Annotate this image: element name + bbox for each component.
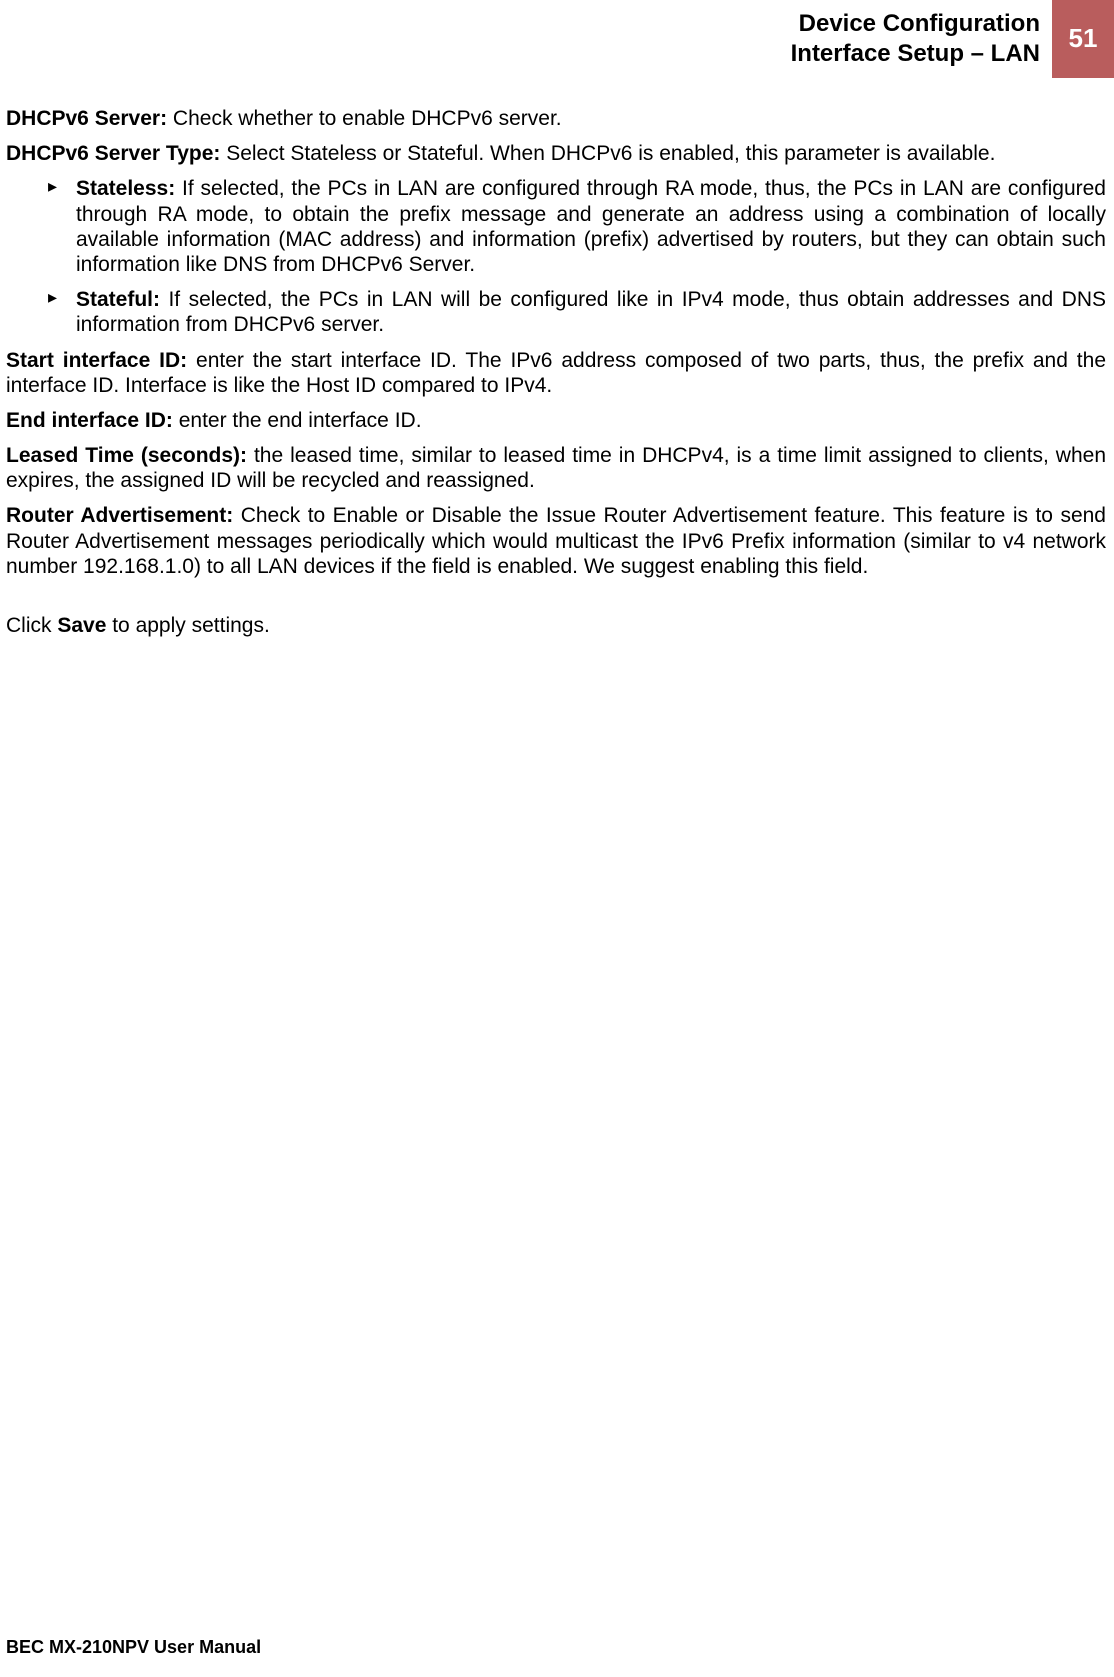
page-number: 51 [1069,23,1098,54]
label-router-advertisement: Router Advertisement: [6,504,233,527]
list-item-stateless: Stateless: If selected, the PCs in LAN a… [48,176,1106,277]
click-save-prefix: Click [6,614,57,637]
footer-text: BEC MX-210NPV User Manual [6,1637,261,1657]
text-end-interface-id: enter the end interface ID. [173,409,422,432]
click-save-bold: Save [57,614,106,637]
header-title-line1: Device Configuration [799,10,1040,37]
spacer [6,589,1106,613]
footer: BEC MX-210NPV User Manual [6,1637,261,1659]
para-start-interface-id: Start interface ID: enter the start inte… [6,348,1106,398]
para-router-advertisement: Router Advertisement: Check to Enable or… [6,503,1106,579]
text-stateless: If selected, the PCs in LAN are configur… [76,177,1106,276]
label-dhcpv6-server: DHCPv6 Server: [6,107,167,130]
text-dhcpv6-server-type: Select Stateless or Stateful. When DHCPv… [220,142,995,165]
bullet-list: Stateless: If selected, the PCs in LAN a… [6,176,1106,337]
page-number-box: 51 [1052,0,1114,78]
list-item-stateful: Stateful: If selected, the PCs in LAN wi… [48,287,1106,337]
para-click-save: Click Save to apply settings. [6,613,1106,638]
header-title-line2: Interface Setup – LAN [791,40,1040,67]
text-dhcpv6-server: Check whether to enable DHCPv6 server. [167,107,562,130]
label-stateful: Stateful: [76,288,160,311]
label-dhcpv6-server-type: DHCPv6 Server Type: [6,142,220,165]
para-leased-time: Leased Time (seconds): the leased time, … [6,443,1106,493]
header-title: Device Configuration Interface Setup – L… [791,0,1052,78]
page-header: Device Configuration Interface Setup – L… [0,0,1114,78]
content: DHCPv6 Server: Check whether to enable D… [0,106,1114,638]
label-start-interface-id: Start interface ID: [6,349,187,372]
para-end-interface-id: End interface ID: enter the end interfac… [6,408,1106,433]
label-leased-time: Leased Time (seconds): [6,444,247,467]
para-dhcpv6-server-type: DHCPv6 Server Type: Select Stateless or … [6,141,1106,166]
para-dhcpv6-server: DHCPv6 Server: Check whether to enable D… [6,106,1106,131]
label-stateless: Stateless: [76,177,175,200]
label-end-interface-id: End interface ID: [6,409,173,432]
text-stateful: If selected, the PCs in LAN will be conf… [76,288,1106,336]
click-save-suffix: to apply settings. [106,614,269,637]
